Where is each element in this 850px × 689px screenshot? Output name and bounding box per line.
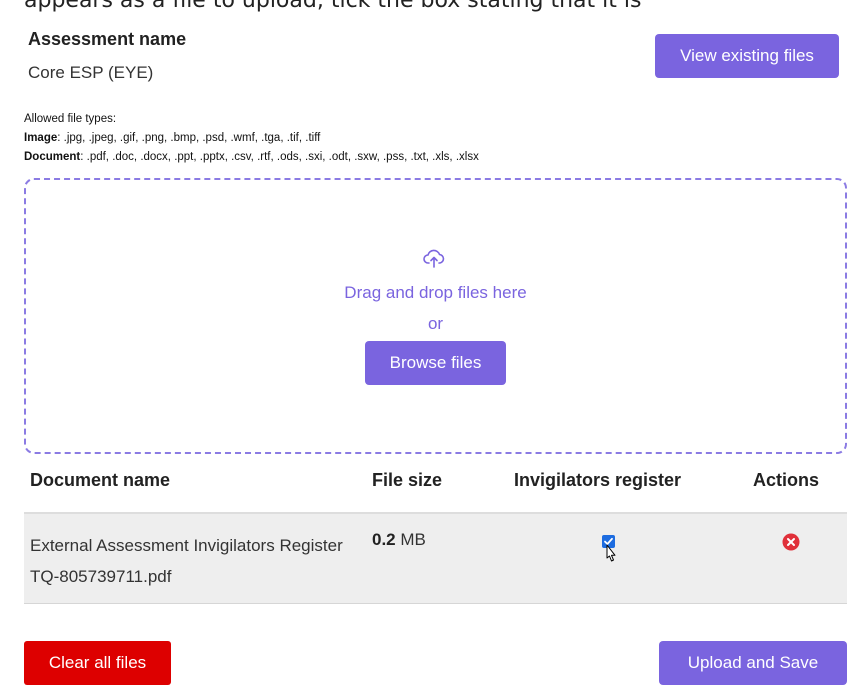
header-file-size: File size	[372, 470, 443, 490]
header-actions: Actions	[753, 470, 820, 490]
file-size-value: 0.2	[372, 530, 396, 549]
upload-and-save-button[interactable]: Upload and Save	[659, 641, 847, 685]
instruction-text: appears as a file to upload, tick the bo…	[24, 0, 642, 13]
file-size-cell: 0.2 MB	[372, 530, 426, 550]
mouse-cursor-icon	[606, 544, 616, 562]
document-types-label: Document	[24, 151, 81, 163]
cloud-upload-icon	[423, 249, 445, 268]
file-size-unit: MB	[400, 530, 426, 549]
image-types-label: Image	[24, 132, 58, 144]
view-existing-files-button[interactable]: View existing files	[655, 34, 839, 78]
assessment-name-label: Assessment name	[28, 29, 187, 49]
image-types-list: .jpg, .jpeg, .gif, .png, .bmp, .psd, .wm…	[63, 132, 321, 144]
assessment-name-value: Core ESP (EYE)	[28, 63, 154, 82]
or-text: or	[427, 314, 444, 333]
document-name-cell: External Assessment Invigilators Registe…	[30, 536, 343, 586]
drag-drop-text: Drag and drop files here	[344, 283, 527, 302]
allowed-file-types: Allowed file types: Image: .jpg, .jpeg, …	[24, 113, 479, 163]
clear-all-files-button[interactable]: Clear all files	[24, 641, 171, 685]
header-invigilators-register: Invigilators register	[514, 470, 682, 490]
remove-file-icon[interactable]	[782, 533, 800, 551]
header-document-name: Document name	[30, 470, 171, 490]
browse-files-button[interactable]: Browse files	[365, 341, 506, 385]
allowed-file-types-heading: Allowed file types	[24, 113, 113, 125]
document-types-list: .pdf, .doc, .docx, .ppt, .pptx, .csv, .r…	[86, 151, 479, 163]
